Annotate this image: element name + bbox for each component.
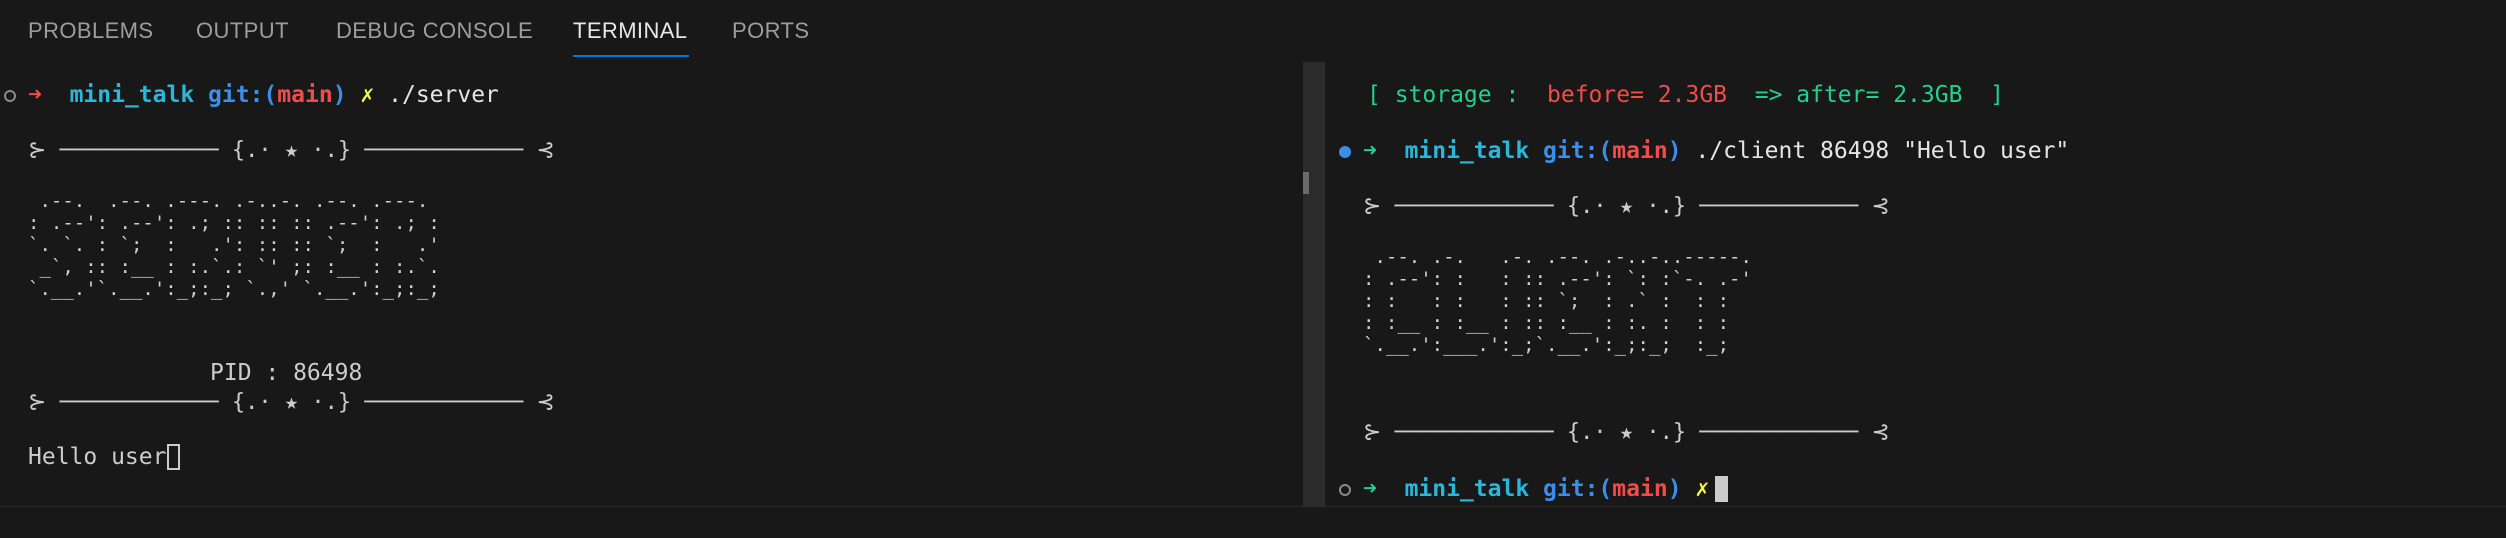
server-prompt-line: ➜ mini_talk git:(main) ✗ ./server (28, 80, 499, 110)
dirty-x-mark-icon: ✗ (1695, 476, 1710, 502)
banner-divider-bottom: ⊱ ──────────── {.⋅ ★ ⋅.} ──────────── ⊰ (28, 390, 555, 415)
storage-arrow: => after= (1727, 82, 1894, 108)
prompt-directory: mini_talk (1404, 138, 1530, 164)
server-pid-label: PID : 86498 (210, 360, 363, 386)
dirty-x-mark-icon: ✗ (360, 82, 375, 108)
scrollbar-thumb[interactable] (1303, 172, 1309, 194)
prompt-branch: main (1612, 138, 1668, 164)
tab-ports[interactable]: PORTS (732, 18, 809, 46)
banner-divider-bottom: ⊱ ──────────── {.⋅ ★ ⋅.} ──────────── ⊰ (1363, 420, 1890, 445)
storage-info-line: [ storage : before= 2.3GB => after= 2.3G… (1367, 80, 2004, 110)
prompt-git-label: git:( (1543, 138, 1613, 164)
command-status-circle-icon[interactable] (1339, 484, 1351, 496)
command-status-circle-icon[interactable] (4, 90, 16, 102)
vscode-panel: PROBLEMS OUTPUT DEBUG CONSOLE TERMINAL P… (0, 0, 2506, 538)
storage-after: 2.3GB (1893, 82, 1963, 108)
prompt-git-close: ) (1667, 138, 1682, 164)
prompt-git-label: git:( (208, 82, 278, 108)
terminal-pane-server[interactable]: ➜ mini_talk git:(main) ✗ ./server ⊱ ────… (0, 62, 1303, 506)
active-tab-indicator (573, 55, 689, 57)
terminal-cursor[interactable] (1715, 476, 1729, 502)
prompt-directory: mini_talk (1404, 476, 1530, 502)
tab-debug-console[interactable]: DEBUG CONSOLE (336, 18, 533, 46)
terminal-cursor (167, 444, 181, 470)
banner-divider-top: ⊱ ──────────── {.⋅ ★ ⋅.} ──────────── ⊰ (1363, 194, 1890, 219)
panel-bottom-edge (0, 506, 2506, 538)
prompt-arrow-icon: ➜ (28, 82, 42, 108)
client-idle-prompt-line: ➜ mini_talk git:(main) ✗ (1363, 474, 1729, 504)
prompt-command: ./client 86498 "Hello user" (1695, 138, 2070, 164)
banner-divider-top: ⊱ ──────────── {.⋅ ★ ⋅.} ──────────── ⊰ (28, 138, 555, 163)
tab-terminal[interactable]: TERMINAL (573, 18, 687, 46)
terminal-scrollbar[interactable] (1303, 62, 1325, 506)
storage-open: [ storage : (1367, 82, 1548, 108)
server-ascii-banner: .--. .--. .---. .-..-. .--. .---. : .--'… (28, 190, 440, 300)
tab-output[interactable]: OUTPUT (196, 18, 289, 46)
client-ascii-banner: .--. .-. .-. .--. .-..-..-----. : .--': … (1363, 246, 1752, 356)
prompt-git-label: git:( (1543, 476, 1613, 502)
command-status-circle-icon[interactable] (1339, 146, 1351, 158)
prompt-arrow-icon: ➜ (1363, 476, 1377, 502)
terminal-pane-client[interactable]: [ storage : before= 2.3GB => after= 2.3G… (1325, 62, 2506, 506)
panel-tab-bar: PROBLEMS OUTPUT DEBUG CONSOLE TERMINAL P… (0, 0, 2506, 60)
prompt-git-close: ) (1667, 476, 1682, 502)
prompt-branch: main (277, 82, 333, 108)
prompt-branch: main (1612, 476, 1668, 502)
client-prompt-line: ➜ mini_talk git:(main) ./client 86498 "H… (1363, 136, 2069, 166)
prompt-command: ./server (388, 82, 499, 108)
storage-close: ] (1962, 82, 2004, 108)
received-message: Hello user (28, 444, 167, 470)
prompt-directory: mini_talk (69, 82, 195, 108)
prompt-arrow-icon: ➜ (1363, 138, 1377, 164)
received-message-line: Hello user (28, 442, 181, 472)
storage-before: before= 2.3GB (1547, 82, 1728, 108)
prompt-git-close: ) (332, 82, 347, 108)
tab-problems[interactable]: PROBLEMS (28, 18, 153, 46)
